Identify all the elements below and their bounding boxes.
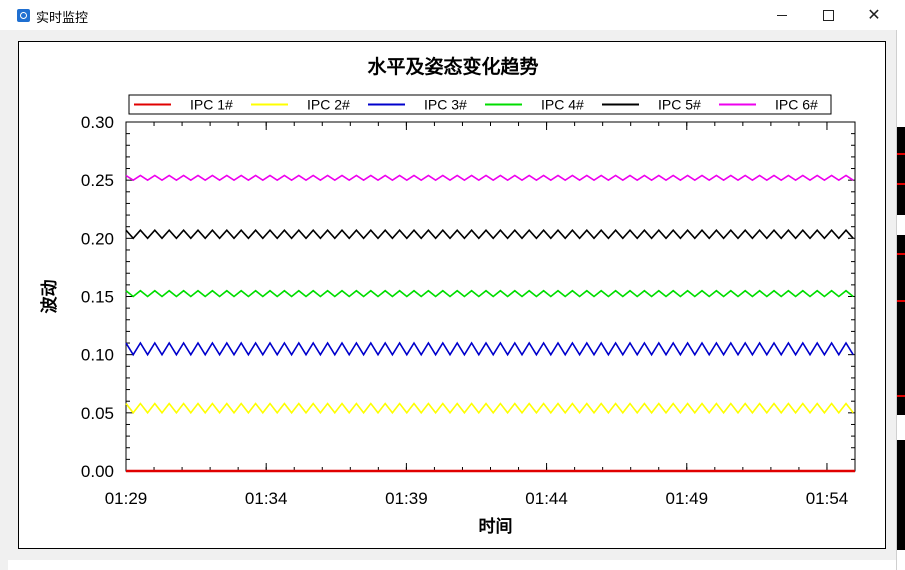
y-tick-label: 0.20 xyxy=(81,229,114,248)
y-tick-label: 0.15 xyxy=(81,288,114,307)
background-dark-panel xyxy=(897,440,905,550)
y-tick-label: 0.00 xyxy=(81,462,114,481)
background-red-mark xyxy=(897,153,905,155)
background-red-mark xyxy=(897,300,905,302)
background-dark-panel xyxy=(897,235,905,415)
legend-label: IPC 6# xyxy=(775,97,818,113)
plot-area-border xyxy=(125,121,856,472)
series-line xyxy=(125,402,854,415)
trend-chart: 0.00 0.05 0.10 0.15 0.20 0.25 0.30 01:29 01:34 01… xyxy=(39,94,856,537)
monitor-window: 实时监控 ✕ 水平及姿态变化趋势 0.00 0.05 0.10 0.15 0.20 0.2… xyxy=(0,0,897,570)
minimize-button[interactable] xyxy=(759,0,805,30)
monitor-app-icon xyxy=(17,9,30,22)
x-tick-label: 01:49 xyxy=(665,489,708,508)
background-red-mark xyxy=(897,395,905,397)
x-tick-label: 01:39 xyxy=(385,489,428,508)
left-edge xyxy=(0,30,8,570)
window-title: 实时监控 xyxy=(36,10,89,25)
legend-label: IPC 4# xyxy=(541,97,584,113)
chart-frame: 水平及姿态变化趋势 0.00 0.05 0.10 0.15 0.20 0.25 0.30 01… xyxy=(18,41,886,549)
title-bar[interactable]: 实时监控 ✕ xyxy=(0,0,897,30)
y-tick-label: 0.30 xyxy=(81,113,114,132)
y-axis-title: 波动 xyxy=(39,280,60,314)
client-area: 水平及姿态变化趋势 0.00 0.05 0.10 0.15 0.20 0.25 0.30 01… xyxy=(8,30,896,560)
close-icon: ✕ xyxy=(867,7,881,24)
x-tick-label: 01:29 xyxy=(105,489,148,508)
series-line xyxy=(125,341,854,357)
legend-label: IPC 2# xyxy=(307,97,350,113)
background-dark-panel xyxy=(897,127,905,215)
x-axis-title: 时间 xyxy=(479,516,513,537)
series-line xyxy=(125,289,854,298)
x-tick-label: 01:34 xyxy=(245,489,288,508)
close-button[interactable]: ✕ xyxy=(851,0,897,30)
y-tick-label: 0.25 xyxy=(81,171,114,190)
background-red-mark xyxy=(897,253,905,255)
y-tick-label: 0.05 xyxy=(81,404,114,423)
background-red-mark xyxy=(897,183,905,185)
legend-label: IPC 3# xyxy=(424,97,467,113)
background-window-edge xyxy=(897,0,905,570)
series-line xyxy=(125,174,854,182)
series-line xyxy=(125,228,854,240)
x-tick-label: 01:54 xyxy=(806,489,849,508)
x-tick-label: 01:44 xyxy=(525,489,568,508)
maximize-icon xyxy=(822,9,834,21)
minimize-icon xyxy=(777,14,787,16)
maximize-button[interactable] xyxy=(805,0,851,30)
legend-label: IPC 1# xyxy=(190,97,233,113)
y-tick-label: 0.10 xyxy=(81,346,114,365)
legend-label: IPC 5# xyxy=(658,97,701,113)
